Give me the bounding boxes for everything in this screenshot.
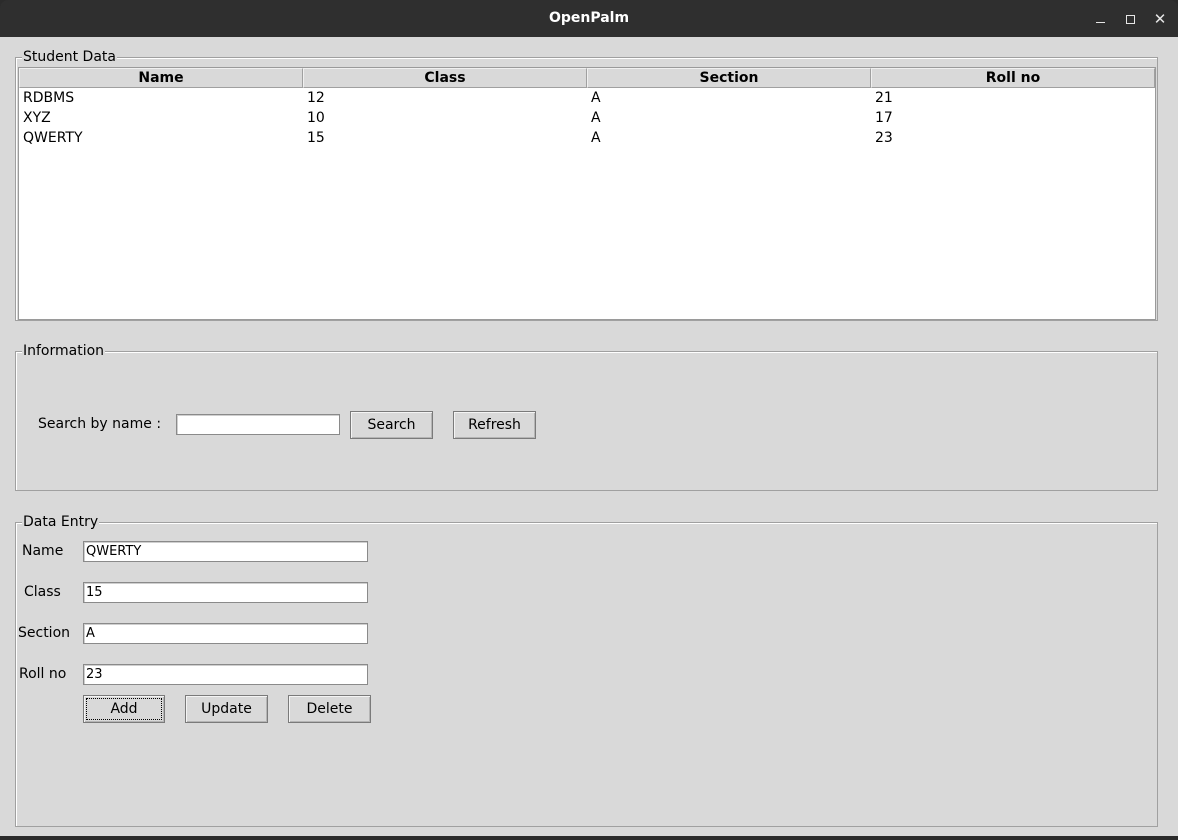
class-field[interactable]: 15 [83, 582, 368, 603]
column-header-name[interactable]: Name [19, 68, 303, 88]
roll-no-label: Roll no [19, 666, 67, 682]
class-label: Class [24, 584, 61, 600]
window-bottom-edge [0, 836, 1178, 840]
table-row[interactable]: QWERTY 15 A 23 [19, 128, 1155, 148]
cell-section: A [591, 90, 601, 106]
cell-name: XYZ [23, 110, 51, 126]
student-table[interactable]: Name Class Section Roll no RDBMS 12 A 21… [18, 67, 1156, 320]
cell-name: QWERTY [23, 130, 83, 146]
window-title: OpenPalm [548, 10, 630, 26]
cell-section: A [591, 130, 601, 146]
section-field[interactable]: A [83, 623, 368, 644]
section-label: Section [18, 625, 71, 641]
student-data-legend: Student Data [22, 48, 117, 66]
update-button[interactable]: Update [185, 695, 268, 723]
minimize-icon [1096, 22, 1105, 23]
column-header-section[interactable]: Section [587, 68, 871, 88]
table-row[interactable]: RDBMS 12 A 21 [19, 88, 1155, 108]
close-button[interactable]: ✕ [1150, 9, 1170, 29]
data-entry-frame: Data Entry Name QWERTY Class 15 Section … [15, 513, 1158, 827]
name-field[interactable]: QWERTY [83, 541, 368, 562]
minimize-button[interactable] [1090, 9, 1110, 29]
maximize-icon [1126, 15, 1135, 24]
name-label: Name [22, 543, 64, 559]
cell-class: 15 [307, 130, 325, 146]
maximize-button[interactable] [1120, 9, 1140, 29]
cell-section: A [591, 110, 601, 126]
cell-class: 10 [307, 110, 325, 126]
column-header-class[interactable]: Class [303, 68, 587, 88]
information-frame: Information Search by name : Search Refr… [15, 342, 1158, 491]
refresh-button[interactable]: Refresh [453, 411, 536, 439]
information-legend: Information [22, 342, 106, 360]
search-input[interactable] [176, 414, 340, 435]
search-button[interactable]: Search [350, 411, 433, 439]
window-client-area: Student Data Name Class Section Roll no … [0, 37, 1178, 836]
add-button[interactable]: Add [83, 695, 165, 723]
column-header-roll-no[interactable]: Roll no [871, 68, 1155, 88]
table-row[interactable]: XYZ 10 A 17 [19, 108, 1155, 128]
search-label: Search by name : [38, 416, 162, 432]
cell-class: 12 [307, 90, 325, 106]
title-bar: OpenPalm ✕ [0, 0, 1178, 37]
table-header: Name Class Section Roll no [19, 68, 1155, 88]
cell-roll-no: 21 [875, 90, 893, 106]
delete-button[interactable]: Delete [288, 695, 371, 723]
cell-name: RDBMS [23, 90, 75, 106]
cell-roll-no: 17 [875, 110, 893, 126]
student-data-frame: Student Data Name Class Section Roll no … [15, 48, 1158, 321]
close-icon: ✕ [1153, 10, 1167, 28]
data-entry-legend: Data Entry [22, 513, 100, 531]
cell-roll-no: 23 [875, 130, 893, 146]
roll-no-field[interactable]: 23 [83, 664, 368, 685]
